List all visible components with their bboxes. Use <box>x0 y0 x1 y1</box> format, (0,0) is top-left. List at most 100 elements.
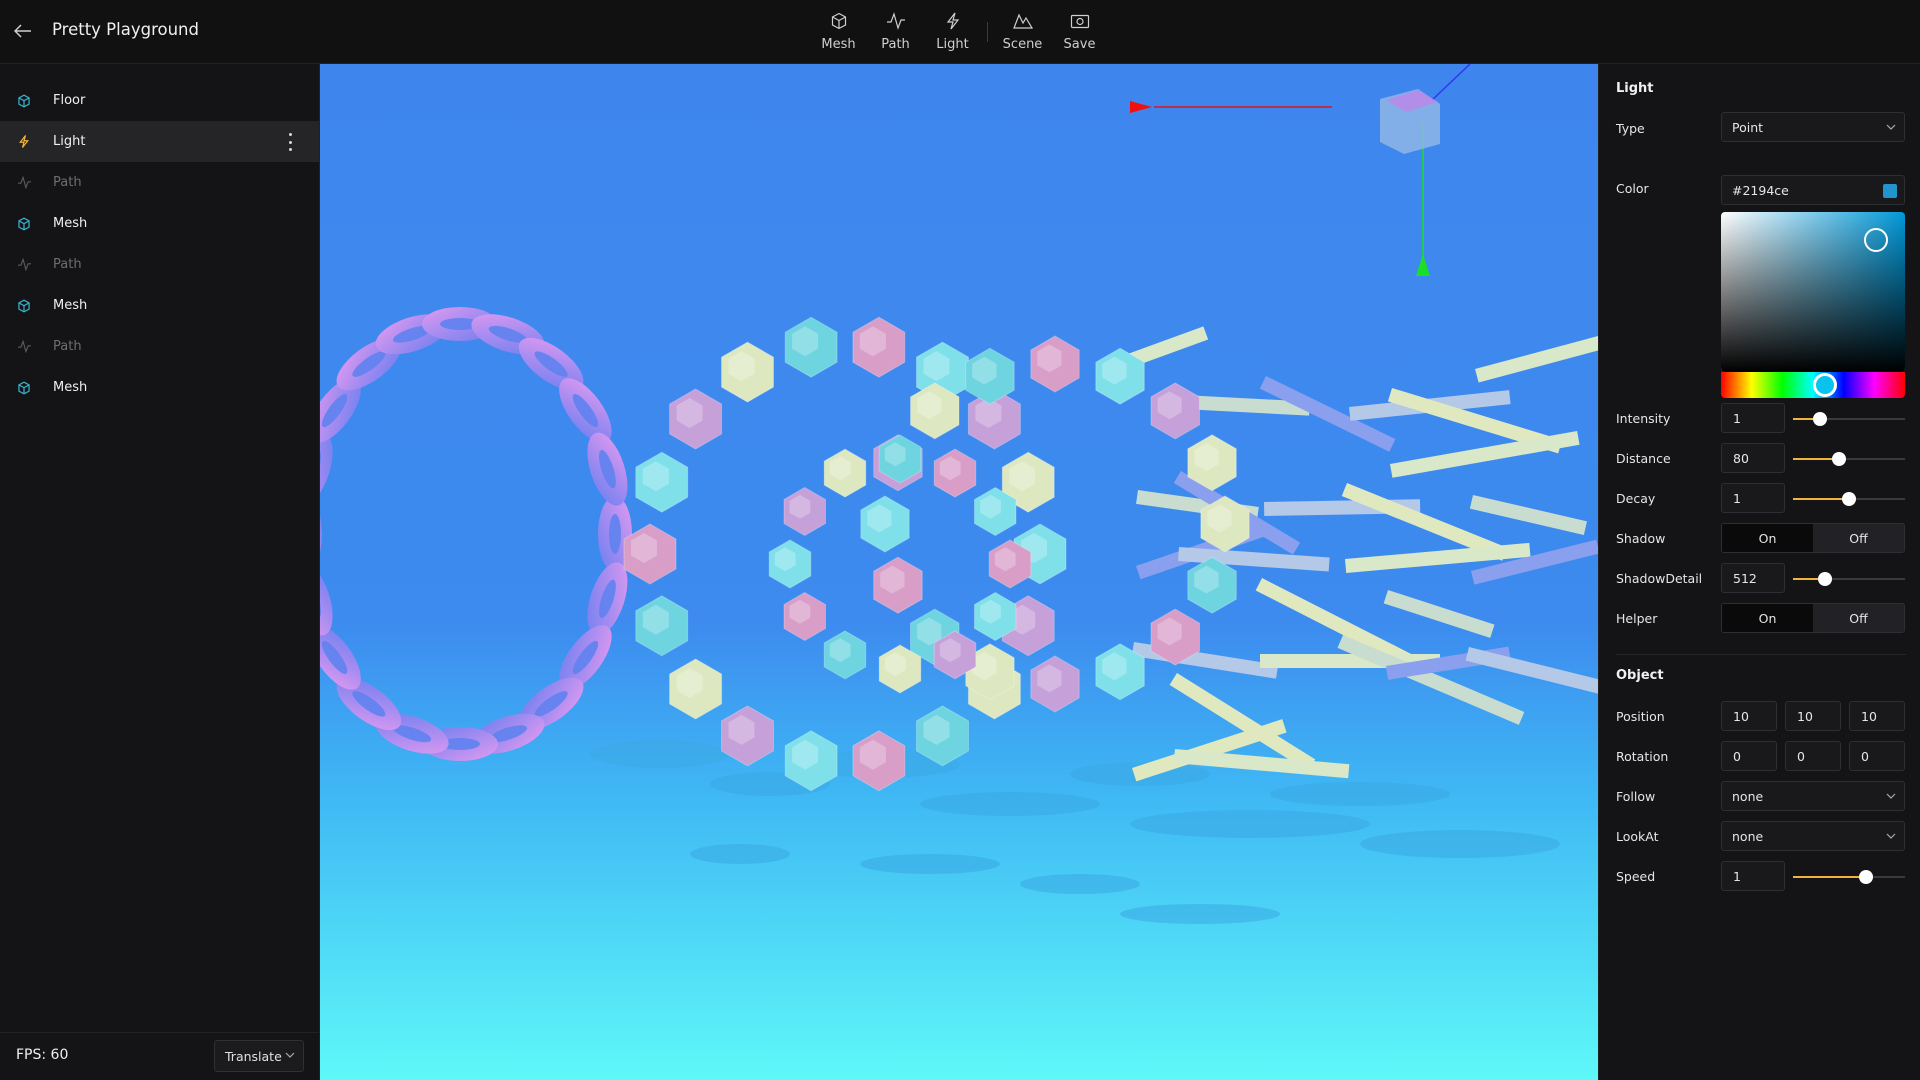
outliner-item-mesh[interactable]: Mesh <box>0 285 319 326</box>
distance-input[interactable]: 80 <box>1721 443 1785 473</box>
speed-slider[interactable] <box>1793 870 1905 884</box>
rotation-z-value: 0 <box>1861 748 1869 764</box>
shadow-on-button[interactable]: On <box>1722 524 1813 552</box>
position-z-value: 10 <box>1861 708 1877 724</box>
object-section-title: Object <box>1616 668 1664 683</box>
hue-slider-thumb[interactable] <box>1813 373 1837 397</box>
distance-slider[interactable] <box>1793 452 1905 466</box>
outliner-item-mesh[interactable]: Mesh <box>0 203 319 244</box>
outliner-item-mesh[interactable]: Mesh <box>0 367 319 408</box>
path-icon <box>16 175 32 191</box>
camera-icon <box>1070 14 1089 29</box>
transform-mode-value: Translate <box>225 1048 282 1064</box>
speed-input[interactable]: 1 <box>1721 861 1785 891</box>
outliner-item-path[interactable]: Path <box>0 326 319 367</box>
shadow-toggle: On Off <box>1721 523 1905 553</box>
type-label: Type <box>1616 121 1645 136</box>
color-hex-input[interactable]: #2194ce <box>1721 175 1905 205</box>
back-button[interactable] <box>12 18 34 44</box>
shadow-off-button[interactable]: Off <box>1813 524 1904 552</box>
outliner-item-label: Mesh <box>53 298 88 313</box>
shadowdetail-input[interactable]: 512 <box>1721 563 1785 593</box>
decay-value: 1 <box>1733 490 1741 506</box>
transform-mode-select[interactable]: Translate <box>214 1040 304 1072</box>
section-divider <box>1616 654 1906 655</box>
toolbar-light-button[interactable]: Light <box>924 8 981 56</box>
shadowdetail-slider-thumb[interactable] <box>1818 572 1833 586</box>
outliner-item-label: Path <box>53 257 82 272</box>
follow-select[interactable]: none <box>1721 781 1905 811</box>
outliner-item-floor[interactable]: Floor <box>0 80 319 121</box>
rotation-label: Rotation <box>1616 749 1669 764</box>
light-type-select[interactable]: Point <box>1721 112 1905 142</box>
cube-icon <box>16 93 32 109</box>
position-y-input[interactable]: 10 <box>1785 701 1841 731</box>
shadowdetail-value: 512 <box>1733 570 1757 586</box>
scene-icon <box>1012 13 1033 29</box>
position-x-input[interactable]: 10 <box>1721 701 1777 731</box>
shadowdetail-slider[interactable] <box>1793 572 1905 586</box>
distance-slider-thumb[interactable] <box>1831 452 1846 466</box>
cube-icon <box>16 216 32 232</box>
intensity-slider-thumb[interactable] <box>1812 412 1827 426</box>
more-options-icon[interactable] <box>287 133 293 151</box>
toolbar-mesh-label: Mesh <box>821 37 856 52</box>
color-picker-handle[interactable] <box>1864 228 1888 252</box>
toolbar-save-button[interactable]: Save <box>1051 8 1108 56</box>
toolbar-separator <box>987 22 988 42</box>
helper-on-button[interactable]: On <box>1722 604 1813 632</box>
path-icon <box>16 257 32 273</box>
color-saturation-picker[interactable] <box>1721 212 1905 372</box>
intensity-slider[interactable] <box>1793 412 1905 426</box>
arrow-left-icon <box>14 24 31 38</box>
position-y-value: 10 <box>1797 708 1813 724</box>
outliner-item-label: Light <box>53 134 86 149</box>
intensity-input[interactable]: 1 <box>1721 403 1785 433</box>
outliner-item-light[interactable]: Light <box>0 121 319 162</box>
color-swatch[interactable] <box>1883 184 1897 198</box>
light-section-title: Light <box>1616 81 1654 96</box>
scene-outliner: Floor Light Path Mesh Path Mesh Path Mes… <box>0 64 320 1080</box>
outliner-item-path[interactable]: Path <box>0 244 319 285</box>
shadowdetail-label: ShadowDetail <box>1616 571 1703 586</box>
toolbar-path-label: Path <box>881 37 910 52</box>
cube-icon <box>16 380 32 396</box>
toolbar-light-label: Light <box>936 37 969 52</box>
speed-slider-thumb[interactable] <box>1858 870 1873 884</box>
intensity-value: 1 <box>1733 410 1741 426</box>
distance-value: 80 <box>1733 450 1749 466</box>
outliner-item-path[interactable]: Path <box>0 162 319 203</box>
distance-label: Distance <box>1616 451 1671 466</box>
toolbar-scene-button[interactable]: Scene <box>994 8 1051 56</box>
rotation-x-input[interactable]: 0 <box>1721 741 1777 771</box>
chevron-down-icon <box>285 1052 295 1058</box>
decay-input[interactable]: 1 <box>1721 483 1785 513</box>
hue-slider[interactable] <box>1721 372 1905 398</box>
toolbar-save-label: Save <box>1063 37 1096 52</box>
lightning-icon <box>946 12 959 30</box>
lookat-select[interactable]: none <box>1721 821 1905 851</box>
intensity-label: Intensity <box>1616 411 1671 426</box>
path-icon <box>16 339 32 355</box>
position-x-value: 10 <box>1733 708 1749 724</box>
chevron-down-icon <box>1886 124 1896 130</box>
toolbar-path-button[interactable]: Path <box>867 8 924 56</box>
decay-slider[interactable] <box>1793 492 1905 506</box>
scene-render <box>320 64 1598 1080</box>
toolbar-mesh-button[interactable]: Mesh <box>810 8 867 56</box>
rotation-z-input[interactable]: 0 <box>1849 741 1905 771</box>
rotation-y-input[interactable]: 0 <box>1785 741 1841 771</box>
chevron-down-icon <box>1886 833 1896 839</box>
3d-viewport[interactable] <box>320 64 1598 1080</box>
decay-slider-thumb[interactable] <box>1842 492 1856 506</box>
position-label: Position <box>1616 709 1665 724</box>
fps-counter: FPS: 60 <box>16 1047 69 1063</box>
helper-off-button[interactable]: Off <box>1813 604 1904 632</box>
outliner-item-label: Floor <box>53 93 86 108</box>
rotation-x-value: 0 <box>1733 748 1741 764</box>
properties-panel: Light Type Point Color #2194ce Intensity… <box>1598 64 1920 1080</box>
cube-icon <box>16 298 32 314</box>
position-z-input[interactable]: 10 <box>1849 701 1905 731</box>
outliner-item-label: Mesh <box>53 216 88 231</box>
cube-icon <box>831 12 846 30</box>
